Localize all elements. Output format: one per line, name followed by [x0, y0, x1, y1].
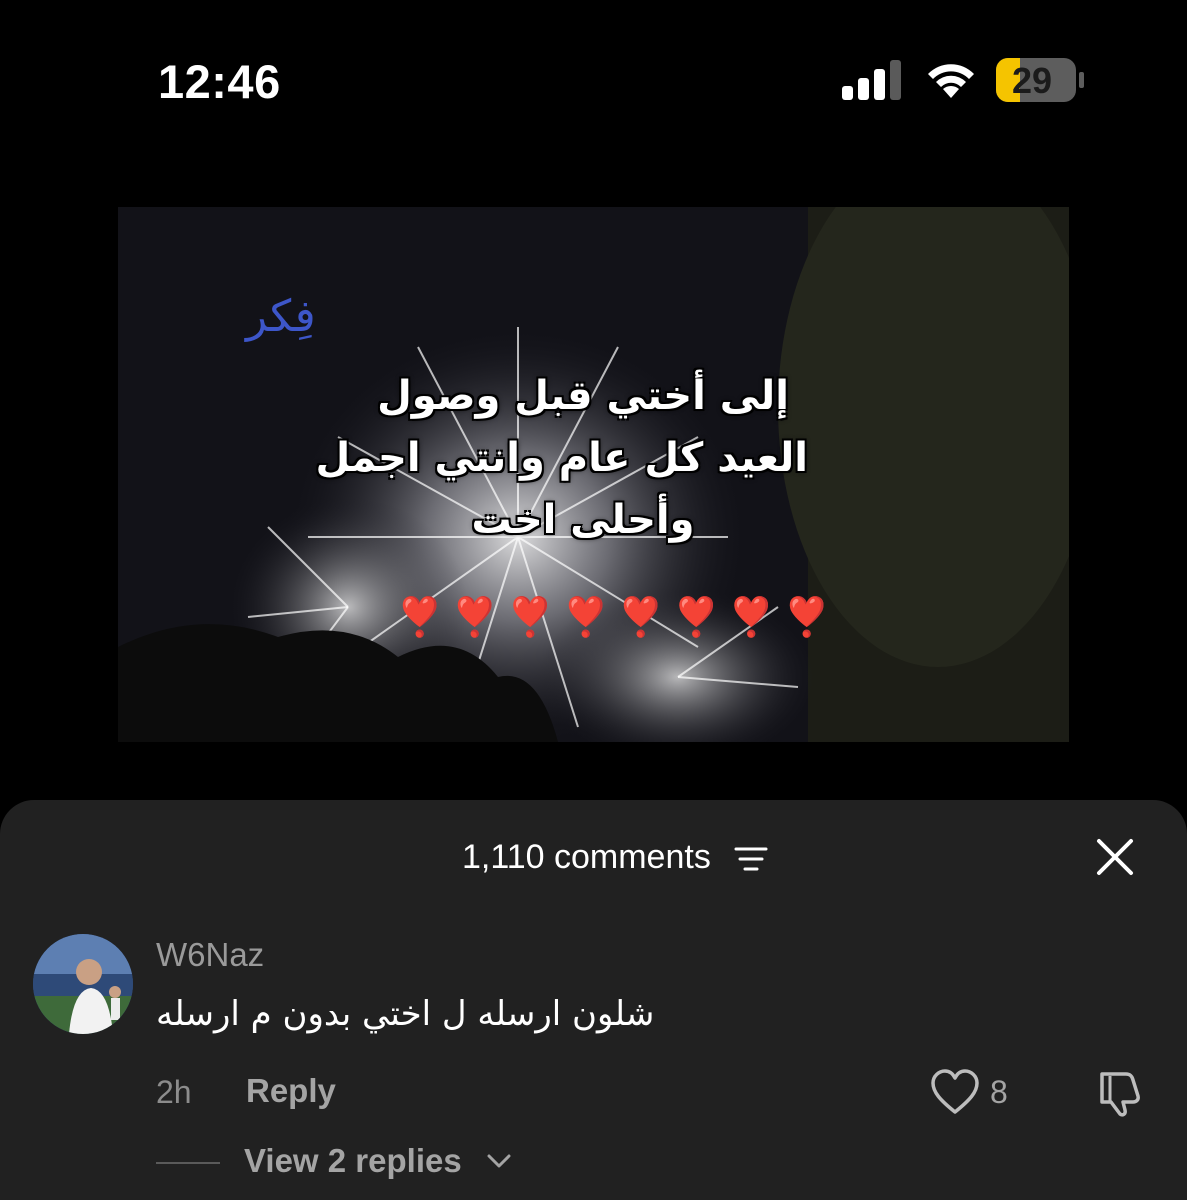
- avatar[interactable]: [33, 934, 133, 1034]
- comments-sheet: 1,110 comments W6Naz شلون ارسله ل اختي ب…: [0, 800, 1187, 1200]
- video-caption: إلى أختي قبل وصول العيد كل عام وانتي اجم…: [315, 365, 808, 551]
- comment-item: W6Naz شلون ارسله ل اختي بدون م ارسله 2h …: [0, 932, 1187, 1200]
- caption-line-3: وأحلى اخت: [471, 497, 695, 543]
- caption-line-1: إلى أختي قبل وصول: [377, 373, 789, 419]
- dislike-icon[interactable]: [1094, 1068, 1146, 1118]
- chevron-down-icon[interactable]: [486, 1152, 512, 1170]
- status-bar: 12:46 29: [0, 0, 1187, 160]
- comment-username[interactable]: W6Naz: [156, 936, 264, 974]
- battery-percent: 29: [1012, 60, 1053, 101]
- caption-line-2: العيد كل عام وانتي اجمل: [315, 435, 808, 481]
- view-replies-button[interactable]: View 2 replies: [244, 1142, 462, 1180]
- wifi-icon: [928, 64, 974, 98]
- heart-icon[interactable]: [930, 1068, 980, 1116]
- comments-header: 1,110 comments: [0, 800, 1187, 910]
- sort-icon[interactable]: [734, 846, 768, 872]
- comment-text: شلون ارسله ل اختي بدون م ارسله: [156, 994, 655, 1034]
- hearts-emoji-row: ❣️❣️❣️❣️❣️❣️❣️❣️: [396, 595, 839, 639]
- comment-time: 2h: [156, 1074, 192, 1110]
- reply-button[interactable]: Reply: [246, 1072, 336, 1110]
- avatar-image: [33, 934, 133, 1034]
- status-time: 12:46: [158, 55, 281, 108]
- like-count: 8: [990, 1074, 1008, 1110]
- replies-divider: [156, 1162, 220, 1164]
- video-player[interactable]: فِكر إلى أختي قبل وصول العيد كل عام وانت…: [118, 207, 1069, 742]
- close-icon[interactable]: [1096, 838, 1134, 876]
- cellular-signal-icon: [842, 60, 901, 100]
- brand-watermark: فِكر: [246, 291, 316, 342]
- comments-count: 1,110 comments: [462, 838, 711, 876]
